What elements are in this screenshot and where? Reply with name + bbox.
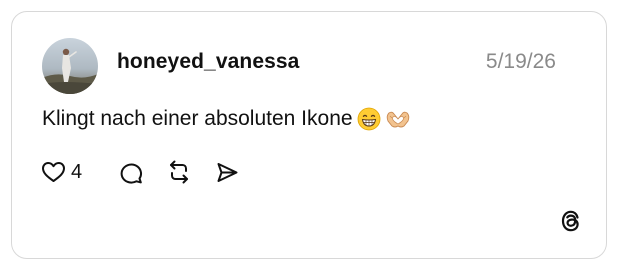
post-text: Klingt nach einer absoluten Ikone xyxy=(42,107,409,131)
send-icon xyxy=(215,160,239,184)
post-text-content: Klingt nach einer absoluten Ikone xyxy=(42,107,353,130)
post-date: 5/19/26 xyxy=(485,50,556,73)
grinning-face-emoji xyxy=(357,107,381,131)
username[interactable]: honeyed_vanessa xyxy=(117,50,299,74)
comment-bubble-icon xyxy=(119,160,143,184)
heart-hands-emoji xyxy=(385,107,409,131)
post-card: honeyed_vanessa 5/19/26 Klingt nach eine… xyxy=(11,11,607,259)
like-button[interactable]: 4 xyxy=(41,159,82,185)
repost-arrows-icon xyxy=(166,160,192,184)
repost-button[interactable] xyxy=(166,159,192,185)
reply-button[interactable] xyxy=(119,159,143,185)
like-count: 4 xyxy=(71,160,83,183)
threads-logo-icon[interactable] xyxy=(558,208,584,234)
avatar[interactable] xyxy=(42,38,98,94)
heart-icon xyxy=(41,160,66,184)
share-button[interactable] xyxy=(215,159,239,185)
